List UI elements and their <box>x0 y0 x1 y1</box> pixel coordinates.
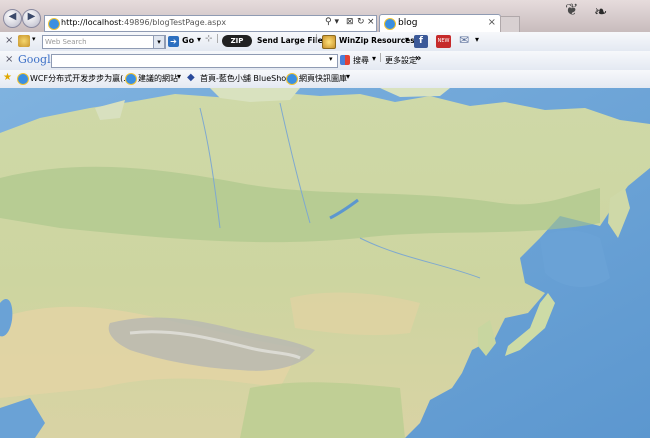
go-button[interactable]: Go <box>182 36 194 45</box>
tab-close-icon[interactable]: × <box>488 17 496 28</box>
separator: | <box>315 34 319 44</box>
favorites-star-icon[interactable]: ★ <box>3 72 12 83</box>
forward-button[interactable]: ▶ <box>22 9 41 28</box>
google-search-icon[interactable] <box>340 55 350 65</box>
new-tab-button[interactable] <box>500 16 520 33</box>
chevron-down-icon[interactable]: ▾ <box>475 35 479 44</box>
search-dropdown-icon[interactable]: ⚲ ▾ <box>325 17 339 27</box>
blueshop-icon: ◆ <box>187 72 195 83</box>
search-dropdown-button[interactable]: ▾ <box>153 35 165 49</box>
refresh-icon[interactable]: ↻ <box>357 17 365 27</box>
facebook-icon[interactable]: f <box>414 35 428 48</box>
separator: | <box>216 34 220 44</box>
map-view[interactable] <box>0 88 650 438</box>
map-image[interactable] <box>0 88 650 438</box>
url-text[interactable]: http://localhost:49896/blogTestPage.aspx <box>61 18 226 27</box>
more-settings-button[interactable]: 更多設定 <box>385 55 417 66</box>
search-button[interactable]: 搜尋 <box>353 55 369 66</box>
mail-icon[interactable]: ✉ <box>459 33 469 47</box>
chevron-down-icon[interactable]: ▾ <box>177 72 181 81</box>
tab-title: blog <box>398 18 418 28</box>
zip-logo-icon[interactable]: ZIP <box>222 35 252 47</box>
chevron-down-icon[interactable]: ▾ <box>329 55 333 63</box>
chevron-down-icon[interactable]: ▾ <box>32 35 36 43</box>
winzip-resources-button[interactable]: WinZip Resources <box>339 36 415 45</box>
chevron-down-icon[interactable]: ▾ <box>346 72 350 81</box>
favorite-item-suggested-sites[interactable]: 建議的網站 <box>138 73 178 84</box>
favorite-item-web-slice-gallery[interactable]: 網頁快訊圖庫 <box>299 73 347 84</box>
url-host: http://localhost <box>61 18 122 27</box>
ie-tab-icon <box>384 18 396 30</box>
ie-page-icon <box>48 18 60 30</box>
google-search-input[interactable] <box>51 54 338 68</box>
url-path: :49896/blogTestPage.aspx <box>121 18 227 27</box>
toolbar-logo-icon[interactable] <box>18 35 30 47</box>
background-decoration: ❧ <box>594 2 608 21</box>
chevron-down-icon[interactable]: ▾ <box>372 54 376 63</box>
tab-blog[interactable]: blog × <box>379 14 501 33</box>
southern-region <box>240 382 405 438</box>
news-icon[interactable]: NEW <box>436 35 451 48</box>
favorite-item-blueshop[interactable]: 首頁-藍色小舖 BlueShop <box>200 73 291 84</box>
forward-arrow-icon: ▶ <box>27 11 36 22</box>
stop-icon[interactable]: × <box>367 17 375 27</box>
go-arrow-icon[interactable]: ➔ <box>168 36 179 47</box>
ie-page-icon <box>17 73 29 85</box>
options-icon[interactable]: ⊹ <box>205 34 213 44</box>
more-arrow-icon[interactable]: » <box>415 53 421 64</box>
toolbar-google: × Google ▾ 搜尋 ▾ | 更多設定 » <box>0 51 650 71</box>
chevron-down-icon[interactable]: ▾ <box>405 35 409 44</box>
web-search-input[interactable]: Web Search <box>42 35 166 49</box>
close-toolbar-icon[interactable]: × <box>5 54 13 65</box>
ie-page-icon <box>125 73 137 85</box>
background-decoration: ❦ <box>565 0 579 19</box>
back-arrow-icon: ◀ <box>8 11 17 22</box>
zip-logo-text: ZIP <box>230 37 244 45</box>
desert-region <box>290 292 420 336</box>
address-bar[interactable]: http://localhost:49896/blogTestPage.aspx… <box>44 15 377 32</box>
favorite-item-wcf[interactable]: WCF分布式开发步步为赢(... <box>30 73 131 84</box>
favorites-bar: ★ WCF分布式开发步步为赢(... 建議的網站 ▾ ◆ 首頁-藍色小舖 Blu… <box>0 70 650 89</box>
winzip-icon[interactable] <box>322 35 336 49</box>
compat-view-icon[interactable]: ⊠ <box>346 17 354 27</box>
news-badge-text: NEW <box>437 38 450 44</box>
chevron-down-icon[interactable]: ▾ <box>197 35 201 44</box>
separator: | <box>379 53 383 63</box>
close-toolbar-icon[interactable]: × <box>5 35 13 46</box>
toolbar-search: × ▾ Web Search ▾ ➔ Go ▾ ⊹ | ZIP Send Lar… <box>0 32 650 52</box>
ie-page-icon <box>286 73 298 85</box>
back-button[interactable]: ◀ <box>3 9 22 28</box>
